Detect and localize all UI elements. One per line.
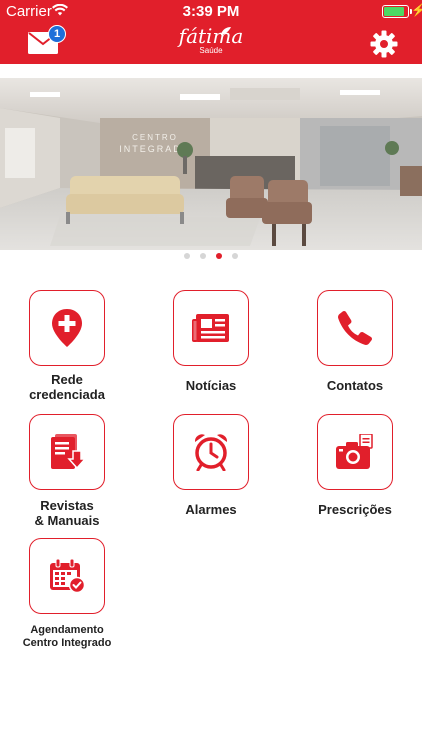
- menu-label: Rede credenciada: [29, 372, 105, 402]
- menu-label: Revistas & Manuais: [34, 498, 100, 528]
- logo-name: fátima: [178, 24, 244, 48]
- alarm-clock-icon: [194, 434, 228, 471]
- menu-button[interactable]: [317, 290, 393, 366]
- menu-label: Prescrições: [318, 502, 392, 517]
- settings-gear-icon[interactable]: [370, 30, 398, 58]
- menu-button[interactable]: [317, 414, 393, 490]
- carousel-dot[interactable]: [232, 253, 238, 259]
- menu-button[interactable]: [29, 290, 105, 366]
- carousel-image[interactable]: CENTRO INTEGRADO: [0, 78, 422, 250]
- carousel-dot-active[interactable]: [216, 253, 222, 259]
- status-bar: Carrier 3:39 PM ⚡: [0, 0, 422, 22]
- menu-button[interactable]: [29, 538, 105, 614]
- carousel-page-indicator[interactable]: [0, 250, 422, 262]
- magazine-download-icon: [51, 434, 85, 470]
- carousel-dot[interactable]: [200, 253, 206, 259]
- app-bar: Carrier 3:39 PM ⚡ 1 fátima Saúde: [0, 0, 422, 64]
- menu-label: Alarmes: [185, 502, 237, 517]
- menu-button[interactable]: [173, 414, 249, 490]
- phone-icon: [338, 310, 373, 345]
- charging-icon: ⚡: [411, 3, 422, 17]
- clock: 3:39 PM: [182, 3, 240, 20]
- notification-badge: 1: [48, 25, 66, 43]
- calendar-check-icon: [50, 558, 85, 594]
- location-plus-icon: [52, 309, 82, 347]
- leaf-icon: [221, 27, 231, 35]
- newspaper-icon: [192, 314, 229, 342]
- svg-text:CENTRO: CENTRO: [132, 133, 178, 142]
- menu-button[interactable]: [173, 290, 249, 366]
- menu-label: Contatos: [326, 378, 384, 393]
- menu-label: Notícias: [185, 378, 237, 393]
- camera-document-icon: [336, 434, 373, 469]
- carousel-dot[interactable]: [184, 253, 190, 259]
- app-logo: fátima Saúde: [170, 26, 252, 60]
- menu-button[interactable]: [29, 414, 105, 490]
- menu-label: Agendamento Centro Integrado: [22, 624, 112, 649]
- battery-icon: [382, 5, 412, 18]
